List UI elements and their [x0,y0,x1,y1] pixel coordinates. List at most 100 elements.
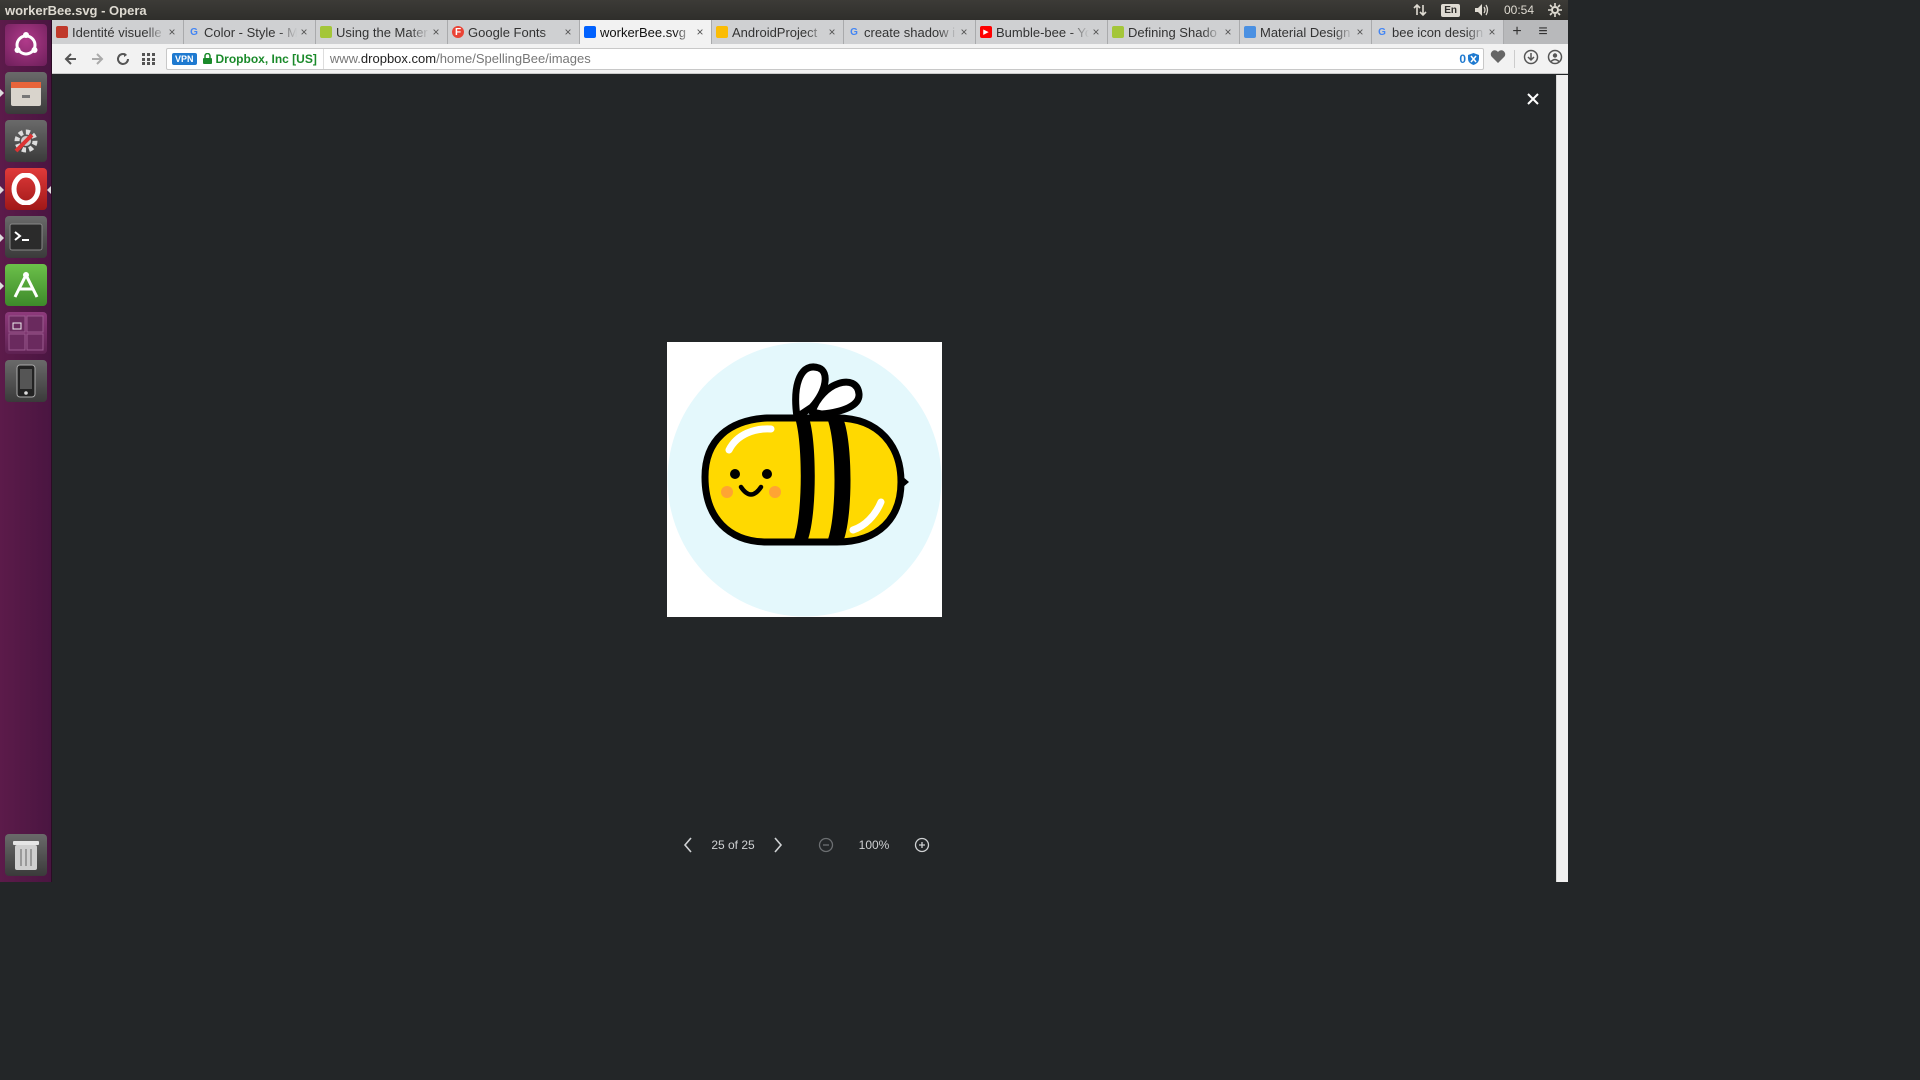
youtube-favicon-icon: ▶ [980,26,992,38]
opera-browser-icon[interactable] [5,168,47,210]
window-title: workerBee.svg - Opera [5,2,147,18]
close-viewer-button[interactable] [1527,89,1539,110]
tab-bar: Identité visuelle × G Color - Style - Ma × Us… [52,20,1568,44]
terminal-icon[interactable] [5,216,47,258]
tab-5[interactable]: workerBee.svg × [580,20,712,44]
volume-icon[interactable] [1474,3,1490,17]
tab-label: bee icon design [1392,24,1484,40]
tab-6[interactable]: AndroidProject × [712,20,844,44]
tab-label: Identité visuelle [72,24,162,40]
phone-device-icon[interactable] [5,360,47,402]
zoom-out-icon [818,837,834,853]
viewer-controls: 25 of 25 100% [673,837,935,853]
lock-icon [202,53,212,64]
system-indicators: En 00:54 [1413,3,1568,17]
tab-10[interactable]: Material Design × [1240,20,1372,44]
new-tab-button[interactable]: + [1504,20,1530,44]
launcher [0,20,52,882]
tab-label: create shadow i [864,24,956,40]
speed-dial-grid-icon[interactable] [136,46,162,72]
tab-menu-icon[interactable]: ≡ [1530,20,1556,44]
address-bar[interactable]: VPN Dropbox, Inc [US] www.dropbox.com/ho… [166,47,1484,70]
tab-3[interactable]: Using the Mater × [316,20,448,44]
android-studio-icon[interactable] [5,264,47,306]
url-path: /home/SpellingBee/images [436,51,591,66]
preview-image[interactable] [667,342,942,617]
tab-close-icon[interactable]: × [825,25,839,39]
windows-favicon-icon [1244,26,1256,38]
trash-icon[interactable] [5,834,47,876]
tab-2[interactable]: G Color - Style - Ma × [184,20,316,44]
tab-close-icon[interactable]: × [561,25,575,39]
tab-8[interactable]: ▶ Bumble-bee - Yo × [976,20,1108,44]
reload-button[interactable] [110,46,136,72]
tab-close-icon[interactable]: × [1221,25,1235,39]
clock[interactable]: 00:54 [1504,3,1534,17]
dropbox-favicon-icon [584,26,596,38]
G-favicon-icon: G [190,26,198,38]
tab-close-icon[interactable]: × [1089,25,1103,39]
account-icon[interactable] [1547,49,1563,68]
tab-close-icon[interactable]: × [957,25,971,39]
navigation-bar: VPN Dropbox, Inc [US] www.dropbox.com/ho… [52,44,1568,74]
toolbar-divider [1514,49,1515,68]
android-favicon-icon [1112,26,1124,38]
keyboard-layout-indicator[interactable]: En [1441,3,1460,17]
tab-close-icon[interactable]: × [693,25,707,39]
url-host: dropbox.com [360,51,437,66]
chevron-left-icon [683,837,692,853]
image-viewer: 25 of 25 100% [53,75,1556,882]
vpn-badge[interactable]: VPN [172,52,197,65]
zoom-in-button[interactable] [909,837,935,853]
tab-close-icon[interactable]: × [165,25,179,39]
chevron-right-icon [774,837,783,853]
back-button[interactable] [58,46,84,72]
zoom-out-button[interactable] [813,837,839,853]
tab-close-icon[interactable]: × [297,25,311,39]
adblock-count: 0 [1459,51,1466,66]
tab-1[interactable]: Identité visuelle × [52,20,184,44]
page-scrollbar[interactable] [1556,75,1568,882]
system-settings-icon[interactable] [5,120,47,162]
tab-4[interactable]: F Google Fonts × [448,20,580,44]
system-gear-icon[interactable] [1548,3,1562,17]
site-identity[interactable]: Dropbox, Inc [US] [202,48,324,69]
tab-11[interactable]: Gbee icon design × [1372,20,1504,44]
forward-button[interactable] [84,46,110,72]
tab-label: Color - Style - Ma [204,24,297,40]
close-icon [1527,93,1539,105]
adblock-shield-icon [1468,52,1479,65]
zoom-in-icon [914,837,930,853]
top-panel: workerBee.svg - Opera En 00:54 [0,0,1568,20]
worker-bee-illustration [667,342,942,617]
F-favicon-icon: F [452,26,464,38]
download-icon[interactable] [1523,49,1539,68]
G-favicon-icon: G [850,26,858,38]
G-favicon-icon: G [1378,26,1386,38]
url-text[interactable]: www.dropbox.com/home/SpellingBee/images [330,51,591,66]
next-image-button[interactable] [763,837,793,853]
tab-close-icon[interactable]: × [429,25,443,39]
tab-label: Bumble-bee - Yo [996,24,1089,40]
tab-label: Defining Shado [1128,24,1217,40]
tab-label: Google Fonts [468,24,547,40]
tab-close-icon[interactable]: × [1485,25,1499,39]
tab-close-icon[interactable]: × [1353,25,1367,39]
files-icon[interactable] [5,72,47,114]
bookmark-heart-icon[interactable] [1490,50,1506,67]
site-identity-label: Dropbox, Inc [US] [215,51,317,66]
tab-9[interactable]: Defining Shado × [1108,20,1240,44]
dash-home-icon[interactable] [5,24,47,66]
tab-label: AndroidProject [732,24,818,40]
square-favicon-icon [56,26,68,38]
tab-label: workerBee.svg [600,24,686,40]
workspace-switcher-icon[interactable] [5,312,47,354]
tab-7[interactable]: Gcreate shadow i × [844,20,976,44]
pagination-label: 25 of 25 [711,838,755,852]
url-prefix: www. [329,51,361,66]
adblock-indicator[interactable]: 0 [1459,52,1479,66]
tab-label: Using the Mater [336,24,428,40]
network-icon[interactable] [1413,3,1427,17]
tab-label: Material Design [1260,24,1351,40]
previous-image-button[interactable] [673,837,703,853]
